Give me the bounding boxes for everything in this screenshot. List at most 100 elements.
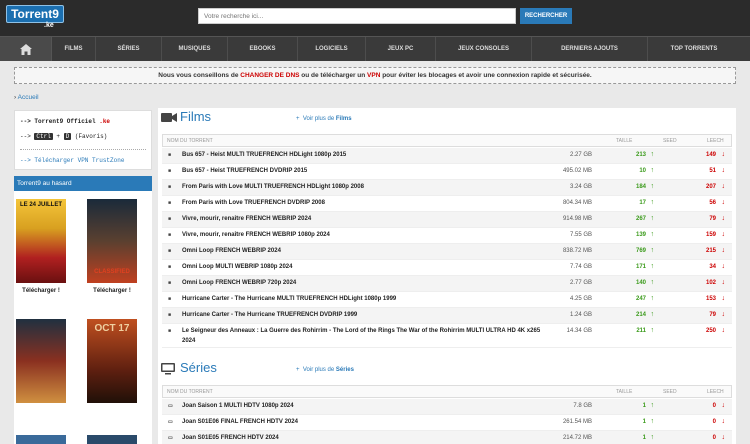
torrent-size: 4.25 GB	[569, 296, 592, 302]
nav-films[interactable]: FILMS	[52, 37, 96, 61]
torrent-name[interactable]: From Paris with Love MULTI TRUEFRENCH HD…	[182, 184, 364, 190]
torrent-name[interactable]: Hurricane Carter - The Hurricane TRUEFRE…	[182, 312, 357, 318]
nav-logiciels[interactable]: LOGICIELS	[298, 37, 366, 61]
torrent-size: 7.74 GB	[569, 264, 592, 270]
nav-series[interactable]: SÉRIES	[96, 37, 162, 61]
site-logo[interactable]: Torrent9 .ke	[6, 5, 66, 33]
nav-jeux-consoles[interactable]: JEUX CONSOLES	[436, 37, 532, 61]
video-camera-icon: ■	[168, 152, 172, 158]
seed-count: 184	[635, 184, 646, 190]
table-row[interactable]: ■ Omni Loop FRENCH WEBRIP 720p 2024 2.77 G…	[162, 276, 732, 292]
torrent-name[interactable]: Vivre, mourir, renaître FRENCH WEBRIP 10…	[182, 232, 330, 238]
arrow-up-icon: ↑	[650, 167, 655, 174]
breadcrumb-home[interactable]: Accueil	[18, 94, 39, 101]
download-caption-1[interactable]: Télécharger !	[11, 288, 71, 294]
torrent-name[interactable]: Bus 657 - Heist TRUEFRENCH DVDRIP 2015	[182, 168, 307, 174]
col-name-header[interactable]: NOM DU TORRENT	[167, 138, 213, 144]
video-camera-icon: ■	[168, 232, 172, 238]
search-button[interactable]: RECHERCHER	[520, 8, 572, 24]
vpn-trustzone-link[interactable]: --> Télécharger VPN TrustZone	[20, 157, 124, 164]
poster-2[interactable]: CLASSIFIED	[87, 199, 137, 283]
col-leech-header[interactable]: LEECH	[707, 389, 724, 395]
table-row[interactable]: ■ Vivre, mourir, renaître FRENCH WEBRIP 2…	[162, 212, 732, 228]
col-size-header[interactable]: TAILLE	[616, 389, 632, 395]
col-seed-header[interactable]: SEED	[663, 138, 677, 144]
more-series-link[interactable]: + Voir plus de Séries	[296, 367, 354, 373]
table-row[interactable]: ■ Bus 657 - Heist TRUEFRENCH DVDRIP 2015 4…	[162, 164, 732, 180]
seed-count: 769	[635, 248, 646, 254]
arrow-up-icon: ↑	[650, 311, 655, 318]
torrent-name[interactable]: Joan S01E05 FRENCH HDTV 2024	[182, 435, 279, 441]
nav-jeux-pc[interactable]: JEUX PC	[366, 37, 436, 61]
table-row[interactable]: ■ Le Seigneur des Anneaux : La Guerre des…	[162, 324, 732, 348]
video-camera-icon: ■	[168, 184, 172, 190]
poster-4-text: OCT 17	[94, 323, 130, 334]
torrent-name[interactable]: Vivre, mourir, renaître FRENCH WEBRIP 20…	[182, 216, 311, 222]
torrent-name[interactable]: Bus 657 - Heist MULTI TRUEFRENCH HDLight…	[182, 152, 346, 158]
breadcrumb: › Accueil	[14, 94, 39, 101]
table-row[interactable]: ■ Vivre, mourir, renaître FRENCH WEBRIP 1…	[162, 228, 732, 244]
search-input[interactable]	[198, 8, 516, 24]
torrent-name[interactable]: Joan Saison 1 MULTI HDTV 1080p 2024	[182, 403, 294, 409]
films-table-header: NOM DU TORRENT TAILLE SEED LEECH	[162, 134, 732, 147]
torrent-size: 838.72 MB	[562, 248, 592, 254]
col-seed-header[interactable]: SEED	[663, 389, 677, 395]
download-caption-2[interactable]: Télécharger !	[82, 288, 142, 294]
table-row[interactable]: ▭ Joan S01E06 FINAL FRENCH HDTV 2024 261.5…	[162, 415, 732, 431]
poster-4[interactable]: OCT 17	[87, 319, 137, 403]
table-row[interactable]: ▭ Joan S01E05 FRENCH HDTV 2024 214.72 MB 1 ↑…	[162, 431, 732, 444]
home-nav-button[interactable]	[0, 37, 52, 61]
tv-icon: ▭	[168, 419, 173, 425]
dns-link[interactable]: CHANGER DE DNS	[240, 72, 299, 79]
table-row[interactable]: ■ Omni Loop FRENCH WEBRIP 2024 838.72 MB 76…	[162, 244, 732, 260]
leech-count: 56	[709, 200, 716, 206]
logo-ext: .ke	[44, 22, 54, 29]
poster-1[interactable]: LE 24 JUILLET	[16, 199, 66, 283]
torrent-name[interactable]: Joan S01E06 FINAL FRENCH HDTV 2024	[182, 419, 298, 425]
table-row[interactable]: ■ Omni Loop MULTI WEBRIP 1080p 2024 7.74 G…	[162, 260, 732, 276]
nav-top-torrents[interactable]: TOP TORRENTS	[648, 37, 740, 61]
nav-ebooks[interactable]: EBOOKS	[228, 37, 298, 61]
torrent-size: 804.34 MB	[562, 200, 592, 206]
torrent-name[interactable]: Hurricane Carter - The Hurricane MULTI T…	[182, 296, 396, 302]
leech-count: 102	[705, 280, 716, 286]
leech-count: 159	[705, 232, 716, 238]
fav-suffix: (Favoris)	[74, 133, 108, 140]
notice-text-3: pour éviter les blocages et avoir une co…	[380, 72, 592, 79]
col-size-header[interactable]: TAILLE	[616, 138, 632, 144]
poster-5[interactable]	[16, 435, 66, 444]
chevron-right-icon: ›	[14, 94, 17, 101]
table-row[interactable]: ■ Hurricane Carter - The Hurricane TRUEFR…	[162, 308, 732, 324]
more-films-link[interactable]: + Voir plus de Films	[296, 116, 352, 122]
arrow-down-icon: ↓	[721, 279, 726, 286]
vpn-link[interactable]: VPN	[367, 72, 380, 79]
table-row[interactable]: ▭ Joan Saison 1 MULTI HDTV 1080p 2024 7.8 …	[162, 399, 732, 415]
torrent-name[interactable]: Omni Loop FRENCH WEBRIP 720p 2024	[182, 280, 296, 286]
torrent-name[interactable]: Le Seigneur des Anneaux : La Guerre des …	[182, 328, 540, 334]
torrent-name[interactable]: Omni Loop FRENCH WEBRIP 2024	[182, 248, 281, 254]
official-site-line: --> Torrent9 Officiel .ke	[20, 118, 110, 125]
col-name-header[interactable]: NOM DU TORRENT	[167, 389, 213, 395]
table-row[interactable]: ■ Bus 657 - Heist MULTI TRUEFRENCH HDLigh…	[162, 148, 732, 164]
torrent-size: 2.77 GB	[569, 280, 592, 286]
seed-count: 140	[635, 280, 646, 286]
table-row[interactable]: ■ From Paris with Love TRUEFRENCH DVDRIP …	[162, 196, 732, 212]
seed-count: 1	[642, 403, 646, 409]
col-leech-header[interactable]: LEECH	[707, 138, 724, 144]
poster-3[interactable]	[16, 319, 66, 403]
main-nav: FILMS SÉRIES MUSIQUES EBOOKS LOGICIELS J…	[0, 36, 750, 61]
arrow-up-icon: ↑	[650, 263, 655, 270]
torrent-name[interactable]: Omni Loop MULTI WEBRIP 1080p 2024	[182, 264, 292, 270]
video-camera-icon: ■	[168, 216, 172, 222]
arrow-down-icon: ↓	[721, 199, 726, 206]
torrent-name-cont[interactable]: 2024	[182, 338, 195, 344]
nav-musiques[interactable]: MUSIQUES	[162, 37, 228, 61]
table-row[interactable]: ■ From Paris with Love MULTI TRUEFRENCH H…	[162, 180, 732, 196]
divider	[20, 149, 146, 150]
poster-6[interactable]	[87, 435, 137, 444]
nav-derniers-ajouts[interactable]: DERNIERS AJOUTS	[532, 37, 648, 61]
leech-count: 79	[709, 312, 716, 318]
video-camera-icon: ■	[168, 280, 172, 286]
torrent-name[interactable]: From Paris with Love TRUEFRENCH DVDRIP 2…	[182, 200, 325, 206]
table-row[interactable]: ■ Hurricane Carter - The Hurricane MULTI …	[162, 292, 732, 308]
